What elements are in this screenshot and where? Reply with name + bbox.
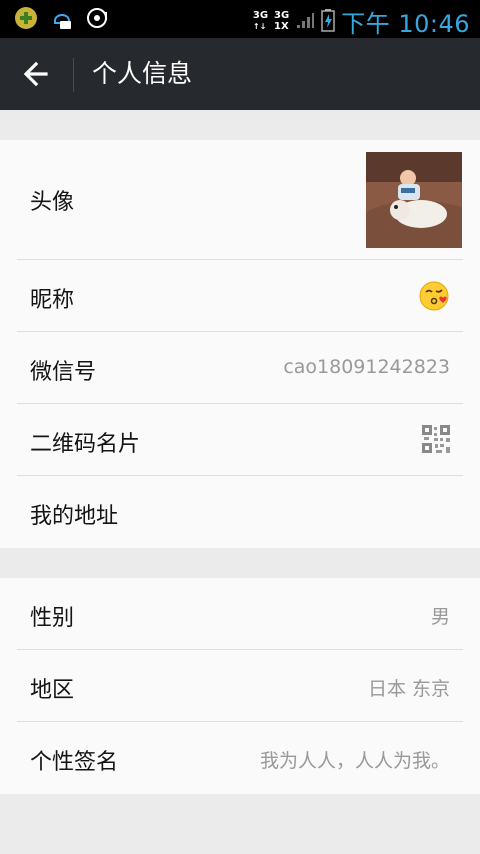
- qr-code-icon: [422, 425, 450, 457]
- navbar: 个人信息: [0, 38, 480, 110]
- signal-icon: [295, 10, 315, 34]
- qr-code-label: 二维码名片: [30, 432, 141, 457]
- qr-code-row[interactable]: 二维码名片: [0, 404, 480, 475]
- back-button[interactable]: [22, 60, 50, 88]
- network-indicator-1: 3G ↑↓: [252, 10, 269, 32]
- clock: 下午 10:46: [341, 10, 470, 38]
- page-title: 个人信息: [92, 59, 193, 88]
- wechat-id-row[interactable]: 微信号 cao18091242823: [0, 332, 480, 403]
- wechat-id-value: cao18091242823: [283, 356, 450, 378]
- avatar-label: 头像: [30, 190, 75, 215]
- network-indicator-2: 3G 1X: [274, 10, 290, 32]
- region-label: 地区: [30, 678, 75, 703]
- signature-row[interactable]: 个性签名 我为人人，人人为我。: [0, 722, 480, 794]
- nickname-label: 昵称: [30, 288, 75, 313]
- region-row[interactable]: 地区 日本 东京: [0, 650, 480, 721]
- media-notification-icon: [86, 6, 110, 30]
- kissing-face-icon: [418, 280, 450, 316]
- arrow-left-icon: [23, 61, 48, 87]
- wechat-id-label: 微信号: [30, 360, 97, 385]
- profile-section: 头像 昵称 微信号 cao18091242823 二维码名片 我的地址: [0, 140, 480, 548]
- address-row[interactable]: 我的地址: [0, 476, 480, 548]
- app-notification-icon: [14, 6, 38, 30]
- gender-row[interactable]: 性别 男: [0, 578, 480, 649]
- status-bar: 3G ↑↓ 3G 1X 下午 10:46: [0, 0, 480, 38]
- avatar: [366, 152, 462, 248]
- chat-notification-icon: [50, 6, 74, 30]
- navbar-divider: [73, 58, 74, 92]
- nickname-row[interactable]: 昵称: [0, 260, 480, 331]
- signature-label: 个性签名: [30, 750, 119, 775]
- battery-icon: [321, 8, 335, 36]
- signature-value: 我为人人，人人为我。: [259, 750, 450, 772]
- avatar-row[interactable]: 头像: [0, 140, 480, 259]
- details-section: 性别 男 地区 日本 东京 个性签名 我为人人，人人为我。: [0, 578, 480, 794]
- gender-label: 性别: [30, 606, 75, 631]
- gender-value: 男: [430, 606, 450, 628]
- address-label: 我的地址: [30, 504, 119, 529]
- region-value: 日本 东京: [367, 678, 450, 700]
